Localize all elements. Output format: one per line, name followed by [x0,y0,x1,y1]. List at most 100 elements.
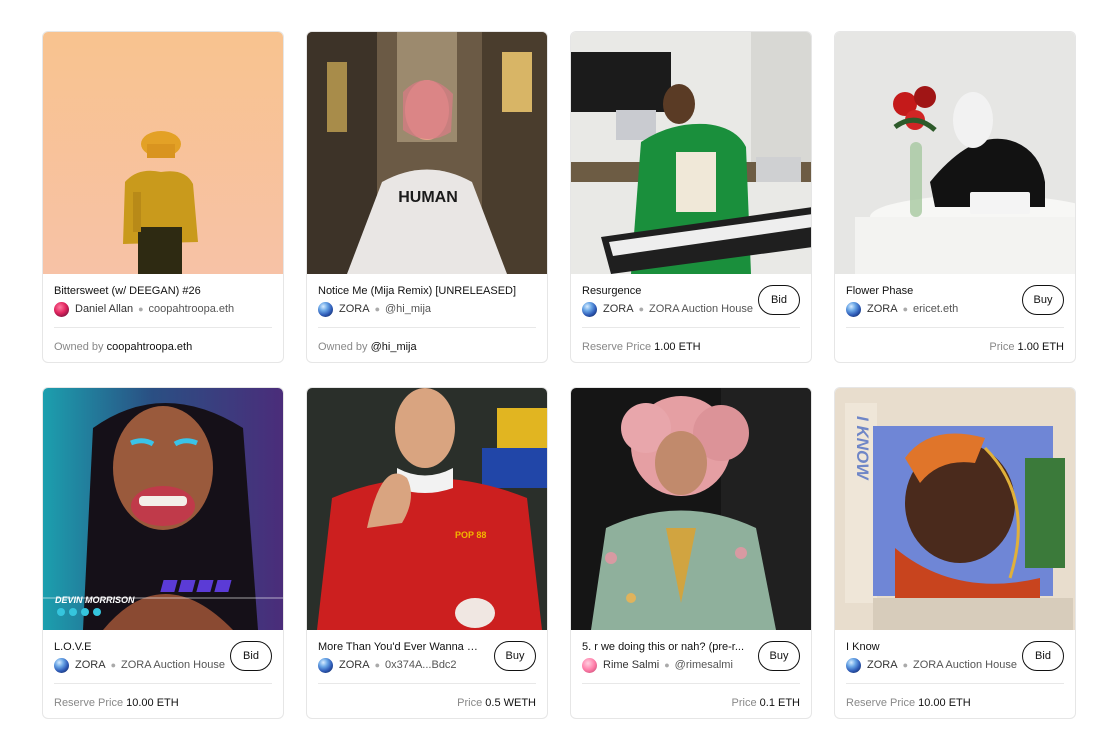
footer-label: Owned by [318,341,368,353]
nft-info: Notice Me (Mija Remix) [UNRELEASED] ZORA… [307,274,547,362]
nft-card[interactable]: I KNOW I Know ZORA ● ZORA Auction House … [834,387,1076,719]
nft-title[interactable]: Bittersweet (w/ DEEGAN) #26 [54,284,274,298]
footer-label: Price [457,697,483,709]
owner-handle[interactable]: @rimesalmi [675,659,733,671]
creator-name[interactable]: ZORA [339,303,370,315]
zora-avatar[interactable] [582,301,597,317]
owner-handle[interactable]: coopahtroopa.eth [149,303,235,315]
nft-card[interactable]: Flower Phase ZORA ● ericet.eth Buy Price… [834,31,1076,363]
buy-button[interactable]: Buy [494,641,536,671]
nft-artwork[interactable] [43,32,283,274]
nft-creator-row: ZORA ● ZORA Auction House [54,657,225,673]
nft-card[interactable]: Resurgence ZORA ● ZORA Auction House Bid… [570,31,812,363]
creator-name[interactable]: Rime Salmi [603,659,659,671]
footer-label: Owned by [54,341,104,353]
nft-grid: Bittersweet (w/ DEEGAN) #26 Daniel Allan… [42,31,1076,719]
nft-card[interactable]: HUMAN Notice Me (Mija Remix) [UNRELEASED… [306,31,548,363]
footer-label: Price [989,341,1015,353]
creator-name[interactable]: ZORA [603,303,634,315]
price-info: Reserve Price 10.00 ETH [846,695,1064,711]
nft-title[interactable]: Notice Me (Mija Remix) [UNRELEASED] [318,284,538,298]
nft-title[interactable]: More Than You'd Ever Wanna K... [318,640,483,654]
ownership-info: Owned by @hi_mija [318,339,536,355]
separator-dot: ● [902,304,908,314]
rime-avatar[interactable] [582,657,597,673]
separator-dot: ● [138,304,144,314]
separator-dot: ● [902,660,908,670]
nft-creator-row: ZORA ● 0x374A...Bdc2 [318,657,457,673]
nft-card[interactable]: DEVIN MORRISON L.O.V.E ZORA ● ZORA Aucti… [42,387,284,719]
nft-info: Bittersweet (w/ DEEGAN) #26 Daniel Allan… [43,274,283,362]
nft-creator-row: ZORA ● ZORA Auction House [582,301,753,317]
zora-avatar[interactable] [318,301,333,317]
buy-button[interactable]: Buy [758,641,800,671]
footer-value[interactable]: @hi_mija [371,341,417,353]
owner-handle[interactable]: ZORA Auction House [649,303,753,315]
divider [54,327,272,328]
nft-info: I Know ZORA ● ZORA Auction House Bid Res… [835,630,1075,718]
nft-artwork[interactable]: POP 88 [307,388,547,630]
artwork-text: I KNOW [853,416,872,481]
footer-label: Reserve Price [582,341,652,353]
creator-name[interactable]: ZORA [867,659,898,671]
footer-value: 1.00 ETH [1017,341,1064,353]
zora-avatar[interactable] [846,657,861,673]
owner-handle[interactable]: @hi_mija [385,303,431,315]
owner-handle[interactable]: 0x374A...Bdc2 [385,659,457,671]
price-info: Reserve Price 1.00 ETH [582,339,800,355]
nft-card[interactable]: POP 88 More Than You'd Ever Wanna K... Z… [306,387,548,719]
nft-info: 5. r we doing this or nah? (pre-r... Rim… [571,630,811,718]
nft-artwork[interactable] [571,32,811,274]
footer-value: 10.00 ETH [126,697,179,709]
bid-button[interactable]: Bid [1022,641,1064,671]
nft-info: Resurgence ZORA ● ZORA Auction House Bid… [571,274,811,362]
footer-value: 0.5 WETH [485,697,536,709]
divider [846,683,1064,684]
divider [54,683,272,684]
nft-artwork[interactable] [835,32,1075,274]
owner-handle[interactable]: ZORA Auction House [913,659,1017,671]
separator-dot: ● [374,660,380,670]
zora-avatar[interactable] [318,657,333,673]
nft-info: Flower Phase ZORA ● ericet.eth Buy Price… [835,274,1075,362]
nft-creator-row: ZORA ● ZORA Auction House [846,657,1017,673]
bid-button[interactable]: Bid [758,285,800,315]
zora-avatar[interactable] [846,301,861,317]
creator-name[interactable]: ZORA [867,303,898,315]
creator-name[interactable]: Daniel Allan [75,303,133,315]
zora-avatar[interactable] [54,657,69,673]
nft-title[interactable]: Flower Phase [846,284,1011,298]
daniel-avatar[interactable] [54,301,69,317]
separator-dot: ● [110,660,116,670]
nft-artwork[interactable]: I KNOW [835,388,1075,630]
divider [318,683,536,684]
creator-name[interactable]: ZORA [339,659,370,671]
nft-creator-row: ZORA ● ericet.eth [846,301,958,317]
shirt-text: POP 88 [455,530,486,540]
buy-button[interactable]: Buy [1022,285,1064,315]
ownership-info: Owned by coopahtroopa.eth [54,339,272,355]
owner-handle[interactable]: ZORA Auction House [121,659,225,671]
nft-creator-row: ZORA ● @hi_mija [318,301,431,317]
footer-value: 1.00 ETH [654,341,701,353]
nft-title[interactable]: I Know [846,640,1011,654]
nft-card[interactable]: 5. r we doing this or nah? (pre-r... Rim… [570,387,812,719]
shirt-text: HUMAN [398,189,458,206]
footer-value: 10.00 ETH [918,697,971,709]
price-info: Reserve Price 10.00 ETH [54,695,272,711]
bid-button[interactable]: Bid [230,641,272,671]
nft-title[interactable]: Resurgence [582,284,747,298]
nft-card[interactable]: Bittersweet (w/ DEEGAN) #26 Daniel Allan… [42,31,284,363]
nft-artwork[interactable]: DEVIN MORRISON [43,388,283,630]
nft-info: L.O.V.E ZORA ● ZORA Auction House Bid Re… [43,630,283,718]
nft-title[interactable]: L.O.V.E [54,640,219,654]
separator-dot: ● [664,660,670,670]
nft-artwork[interactable]: HUMAN [307,32,547,274]
footer-value[interactable]: coopahtroopa.eth [107,341,193,353]
nft-title[interactable]: 5. r we doing this or nah? (pre-r... [582,640,747,654]
price-info: Price 1.00 ETH [846,339,1064,355]
divider [846,327,1064,328]
nft-artwork[interactable] [571,388,811,630]
creator-name[interactable]: ZORA [75,659,106,671]
owner-handle[interactable]: ericet.eth [913,303,958,315]
